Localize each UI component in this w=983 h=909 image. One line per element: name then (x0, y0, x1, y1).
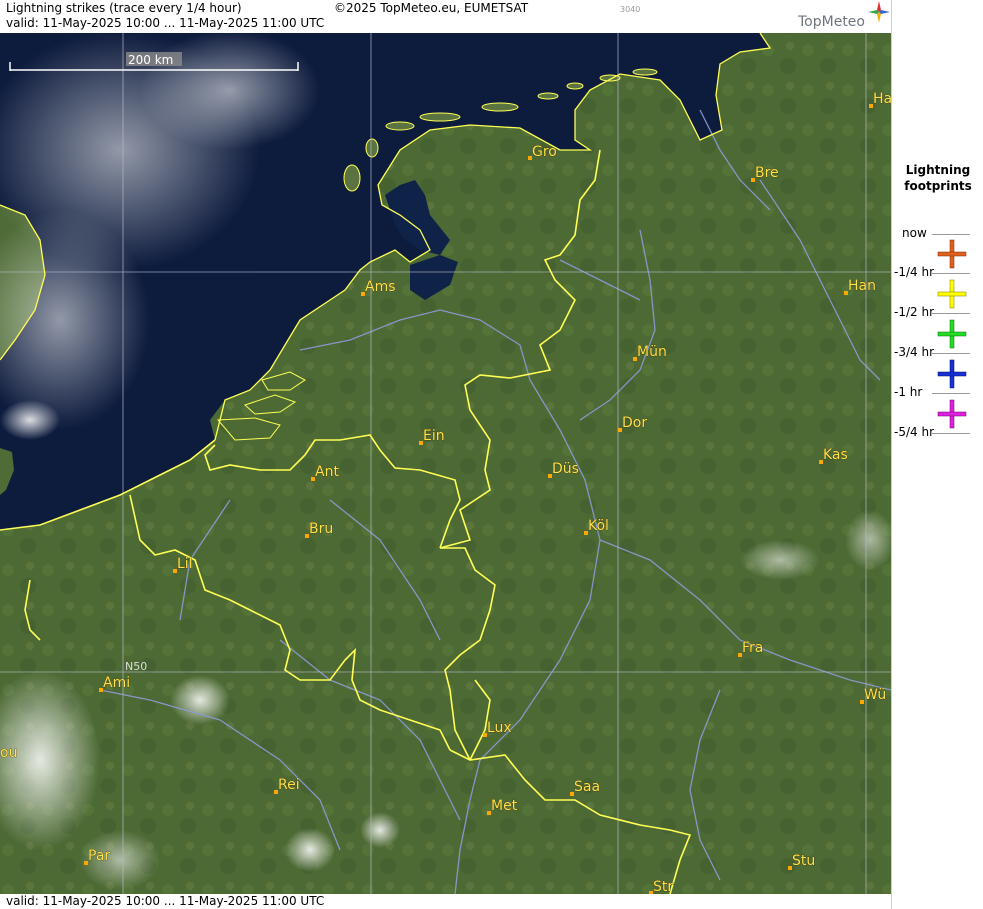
lightning-cross-icon-quarter (937, 239, 967, 269)
city-label: Köl (588, 518, 609, 534)
legend-divider (932, 234, 970, 235)
city-label: Düs (552, 461, 579, 477)
city-label: Han (848, 278, 876, 294)
city-marker[interactable]: Kas (819, 447, 848, 464)
legend-title: Lightning footprints (892, 162, 983, 194)
city-label: Ams (365, 279, 396, 295)
city-marker[interactable]: Gro (528, 144, 557, 160)
copyright-text: ©2025 TopMeteo.eu, EUMETSAT (334, 1, 529, 15)
city-label: Ant (315, 464, 339, 480)
city-marker[interactable]: Köl (584, 518, 609, 535)
product-code: 3040 (620, 5, 641, 14)
city-marker[interactable]: Ant (311, 464, 340, 481)
city-marker[interactable]: Par (84, 848, 111, 865)
city-marker[interactable]: Lux (483, 720, 512, 737)
map-canvas[interactable]: 200 km N50 Gro Bre Ha Ams Han Mün Ein Do… (0, 33, 891, 894)
scale-label: 200 km (128, 53, 173, 67)
legend-label-five-quarter: -5/4 hr (894, 425, 934, 439)
city-label: Met (491, 798, 518, 814)
city-label: Ha (873, 91, 891, 107)
lightning-cross-icon-three-quarter (937, 319, 967, 349)
lightning-cross-icon-half (937, 279, 967, 309)
city-label: Rei (278, 777, 300, 793)
city-label: Str (653, 879, 673, 894)
city-label: Ami (103, 675, 130, 691)
grid-latitude-label: N50 (125, 660, 147, 673)
city-marker[interactable]: Düs (548, 461, 579, 478)
header: Lightning strikes (trace every 1/4 hour)… (0, 0, 891, 33)
legend-label-hour: -1 hr (894, 385, 923, 399)
satellite-map[interactable]: 200 km N50 Gro Bre Ha Ams Han Mün Ein Do… (0, 33, 891, 894)
city-label: ou (0, 745, 17, 761)
legend-divider (932, 393, 970, 394)
city-label: Fra (742, 640, 763, 656)
legend-title-line2: footprints (904, 179, 972, 193)
valid-time-top: valid: 11-May-2025 10:00 ... 11-May-2025… (6, 16, 325, 30)
legend-label-quarter: -1/4 hr (894, 265, 934, 279)
city-marker[interactable]: Rei (274, 777, 300, 794)
city-label: Ein (423, 428, 445, 444)
city-marker[interactable]: ou (0, 745, 18, 762)
city-label: Dor (622, 415, 647, 431)
city-label: Stu (792, 853, 815, 869)
city-marker[interactable]: Ami (99, 675, 130, 692)
legend-panel: Lightning footprints now -1/4 hr -1/2 hr… (891, 0, 983, 909)
legend-label-half: -1/2 hr (894, 305, 934, 319)
city-marker[interactable]: Met (487, 798, 518, 815)
city-marker[interactable]: Ein (419, 428, 445, 445)
city-marker[interactable]: Ha (869, 91, 891, 108)
city-marker[interactable]: Bre (751, 165, 779, 182)
city-label: Kas (823, 447, 848, 463)
city-marker[interactable]: Dor (618, 415, 648, 432)
brand-logo-text[interactable]: TopMeteo (798, 14, 865, 30)
city-label: Gro (532, 144, 557, 160)
city-label: Bru (309, 521, 333, 537)
city-marker[interactable]: Str (649, 879, 674, 894)
legend-label-three-quarter: -3/4 hr (894, 345, 934, 359)
city-marker[interactable]: Ams (361, 279, 396, 296)
city-marker[interactable]: Han (844, 278, 876, 295)
valid-time-bottom: valid: 11-May-2025 10:00 ... 11-May-2025… (6, 894, 325, 908)
city-label: Lil (177, 556, 193, 572)
legend-divider (932, 433, 970, 434)
lightning-cross-icon-five-quarter (937, 399, 967, 429)
city-marker[interactable]: Saa (570, 779, 600, 796)
city-marker[interactable]: Stu (788, 853, 816, 870)
city-marker[interactable]: Bru (305, 521, 334, 538)
city-label: Wü (864, 687, 886, 703)
compass-icon (868, 1, 890, 23)
city-label: Bre (755, 165, 779, 181)
city-label: Saa (574, 779, 600, 795)
legend-divider (932, 353, 970, 354)
city-label: Lux (487, 720, 512, 736)
map-title: Lightning strikes (trace every 1/4 hour) (6, 1, 242, 15)
footer: valid: 11-May-2025 10:00 ... 11-May-2025… (0, 894, 891, 909)
legend-divider (932, 313, 970, 314)
city-marker[interactable]: Wü (860, 687, 887, 704)
city-label: Par (88, 848, 110, 864)
city-label: Mün (637, 344, 667, 360)
city-marker[interactable]: Mün (633, 344, 667, 361)
legend-title-line1: Lightning (905, 163, 971, 177)
legend-label-now: now (902, 226, 927, 240)
lightning-cross-icon-hour (937, 359, 967, 389)
legend-divider (932, 273, 970, 274)
city-marker[interactable]: Fra (738, 640, 764, 657)
